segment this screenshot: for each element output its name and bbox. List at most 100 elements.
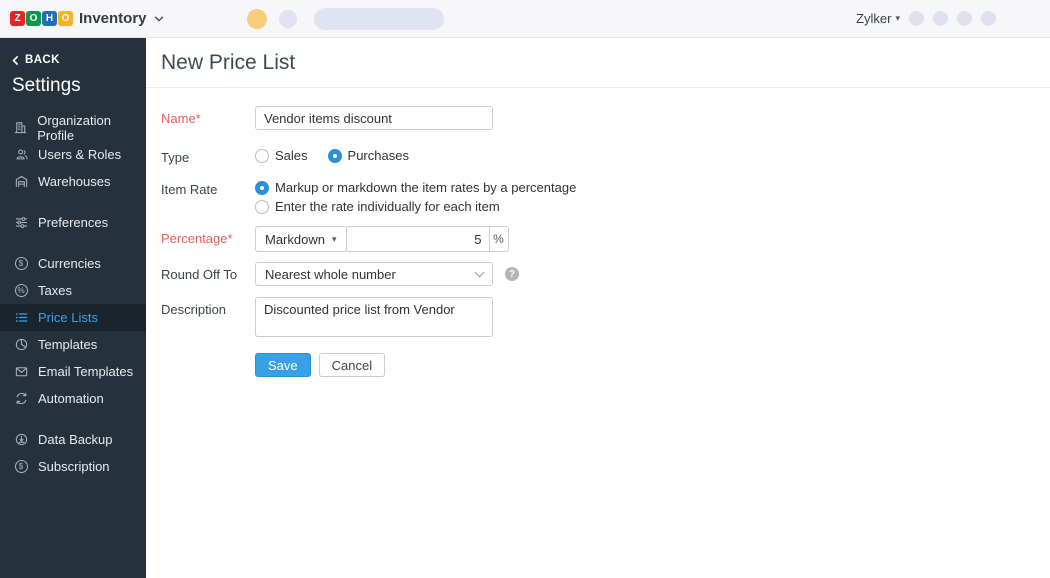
description-textarea[interactable]: Discounted price list from Vendor bbox=[255, 297, 493, 337]
round-off-label: Round Off To bbox=[161, 262, 255, 282]
zoho-logo-icon: ZOHO bbox=[10, 11, 73, 26]
markup-mode-dropdown[interactable]: Markdown ▾ bbox=[255, 226, 347, 252]
sidebar-item-label: Email Templates bbox=[38, 364, 133, 379]
caret-down-icon: ▾ bbox=[332, 234, 337, 245]
name-input[interactable] bbox=[255, 106, 493, 130]
toolbar-icon-placeholder[interactable] bbox=[957, 11, 972, 26]
type-row: Type Sales Purchases bbox=[161, 145, 1050, 165]
radio-label: Purchases bbox=[348, 148, 409, 163]
form-actions: Save Cancel bbox=[255, 353, 1050, 377]
sidebar-item-automation[interactable]: Automation bbox=[0, 385, 146, 412]
sidebar-item-templates[interactable]: Templates bbox=[0, 331, 146, 358]
description-row: Description Discounted price list from V… bbox=[161, 297, 1050, 337]
sidebar-item-label: Taxes bbox=[38, 283, 72, 298]
item-rate-row: Item Rate Markup or markdown the item ra… bbox=[161, 177, 1050, 214]
main-content: New Price List Name* Type Sales Purchases… bbox=[146, 38, 1050, 578]
radio-option[interactable]: Sales bbox=[255, 148, 308, 163]
toolbar-icon-placeholder[interactable] bbox=[909, 11, 924, 26]
sidebar-item-warehouses[interactable]: Warehouses bbox=[0, 168, 146, 195]
sidebar-item-label: Templates bbox=[38, 337, 97, 352]
caret-down-icon: ▾ bbox=[895, 13, 900, 24]
sidebar-item-subscription[interactable]: $ Subscription bbox=[0, 453, 146, 480]
type-label: Type bbox=[161, 145, 255, 165]
cancel-button[interactable]: Cancel bbox=[319, 353, 385, 377]
name-row: Name* bbox=[161, 106, 1050, 130]
building-icon bbox=[13, 120, 28, 135]
percent-circle-icon: % bbox=[13, 284, 29, 297]
chevron-left-icon bbox=[10, 55, 21, 66]
sidebar-item-currencies[interactable]: $ Currencies bbox=[0, 250, 146, 277]
chevron-down-icon bbox=[475, 267, 485, 277]
toolbar-icon-placeholder[interactable] bbox=[981, 11, 996, 26]
toolbar-icon-placeholder[interactable] bbox=[933, 11, 948, 26]
round-off-select[interactable]: Nearest whole number bbox=[255, 262, 493, 286]
zoho-logo-tile: H bbox=[42, 11, 57, 26]
search-bar-placeholder[interactable] bbox=[314, 8, 444, 30]
type-radio-group: Sales Purchases bbox=[255, 145, 409, 163]
zoho-inventory-logo[interactable]: ZOHO Inventory bbox=[10, 10, 165, 27]
sidebar-item-label: Users & Roles bbox=[38, 147, 121, 162]
settings-nav: Organization Profile Users & Roles Warehou… bbox=[0, 114, 146, 480]
envelope-icon bbox=[13, 364, 29, 379]
description-label: Description bbox=[161, 297, 255, 317]
sync-icon bbox=[13, 391, 29, 406]
sidebar-item-organization-profile[interactable]: Organization Profile bbox=[0, 114, 146, 141]
org-badge-placeholder[interactable] bbox=[247, 9, 267, 29]
zoho-logo-tile: Z bbox=[10, 11, 25, 26]
toolbar-circle-placeholder[interactable] bbox=[279, 10, 297, 28]
sidebar-item-label: Currencies bbox=[38, 256, 101, 271]
topbar-right: Zylker ▾ bbox=[856, 6, 1036, 32]
percentage-label: Percentage* bbox=[161, 226, 255, 246]
round-off-row: Round Off To Nearest whole number ? bbox=[161, 262, 1050, 286]
radio-label: Sales bbox=[275, 148, 308, 163]
sliders-icon bbox=[13, 215, 29, 230]
percentage-row: Percentage* Markdown ▾ % bbox=[161, 226, 1050, 252]
name-label: Name* bbox=[161, 106, 255, 126]
markup-mode-value: Markdown bbox=[265, 232, 325, 247]
topbar: ZOHO Inventory Zylker ▾ bbox=[0, 0, 1050, 38]
zoho-logo-tile: O bbox=[58, 11, 73, 26]
radio-unselected-icon[interactable] bbox=[255, 200, 269, 214]
sidebar-title: Settings bbox=[0, 66, 146, 97]
topbar-placeholders bbox=[247, 8, 444, 30]
radio-option[interactable]: Purchases bbox=[328, 148, 409, 163]
percentage-input[interactable] bbox=[347, 227, 489, 251]
price-list-form: Name* Type Sales Purchases Item Rate Mark… bbox=[146, 88, 1050, 377]
item-rate-label: Item Rate bbox=[161, 177, 255, 197]
dollar-circle-icon: $ bbox=[13, 460, 29, 473]
sidebar-item-label: Price Lists bbox=[38, 310, 98, 325]
sidebar-item-users-roles[interactable]: Users & Roles bbox=[0, 141, 146, 168]
radio-unselected-icon[interactable] bbox=[255, 149, 269, 163]
radio-label: Markup or markdown the item rates by a p… bbox=[275, 180, 576, 195]
product-name: Inventory bbox=[79, 10, 147, 27]
user-avatar[interactable] bbox=[1010, 6, 1036, 32]
percentage-input-wrap: % bbox=[346, 226, 509, 252]
list-icon bbox=[13, 310, 29, 325]
radio-option[interactable]: Markup or markdown the item rates by a p… bbox=[255, 180, 576, 195]
percentage-group: Markdown ▾ % bbox=[255, 226, 509, 252]
radio-label: Enter the rate individually for each ite… bbox=[275, 199, 500, 214]
org-switcher[interactable]: Zylker ▾ bbox=[856, 11, 900, 26]
sidebar-item-email-templates[interactable]: Email Templates bbox=[0, 358, 146, 385]
dollar-circle-icon: $ bbox=[13, 257, 29, 270]
back-button[interactable]: BACK bbox=[0, 38, 146, 66]
settings-sidebar: BACK Settings Organization Profile Users … bbox=[0, 38, 146, 578]
save-button[interactable]: Save bbox=[255, 353, 311, 377]
sidebar-item-data-backup[interactable]: Data Backup bbox=[0, 426, 146, 453]
radio-option[interactable]: Enter the rate individually for each ite… bbox=[255, 199, 576, 214]
percent-suffix: % bbox=[489, 227, 508, 251]
help-icon[interactable]: ? bbox=[505, 267, 519, 281]
chevron-down-icon[interactable] bbox=[153, 13, 165, 25]
org-name: Zylker bbox=[856, 11, 891, 26]
radio-selected-icon[interactable] bbox=[255, 181, 269, 195]
sidebar-item-label: Data Backup bbox=[38, 432, 112, 447]
sidebar-item-price-lists[interactable]: Price Lists bbox=[0, 304, 146, 331]
download-circle-icon bbox=[13, 432, 29, 447]
page-title: New Price List bbox=[161, 51, 1050, 75]
round-off-value: Nearest whole number bbox=[265, 267, 396, 282]
sidebar-item-preferences[interactable]: Preferences bbox=[0, 209, 146, 236]
radio-selected-icon[interactable] bbox=[328, 149, 342, 163]
sidebar-item-label: Subscription bbox=[38, 459, 110, 474]
sidebar-item-label: Preferences bbox=[38, 215, 108, 230]
sidebar-item-taxes[interactable]: % Taxes bbox=[0, 277, 146, 304]
